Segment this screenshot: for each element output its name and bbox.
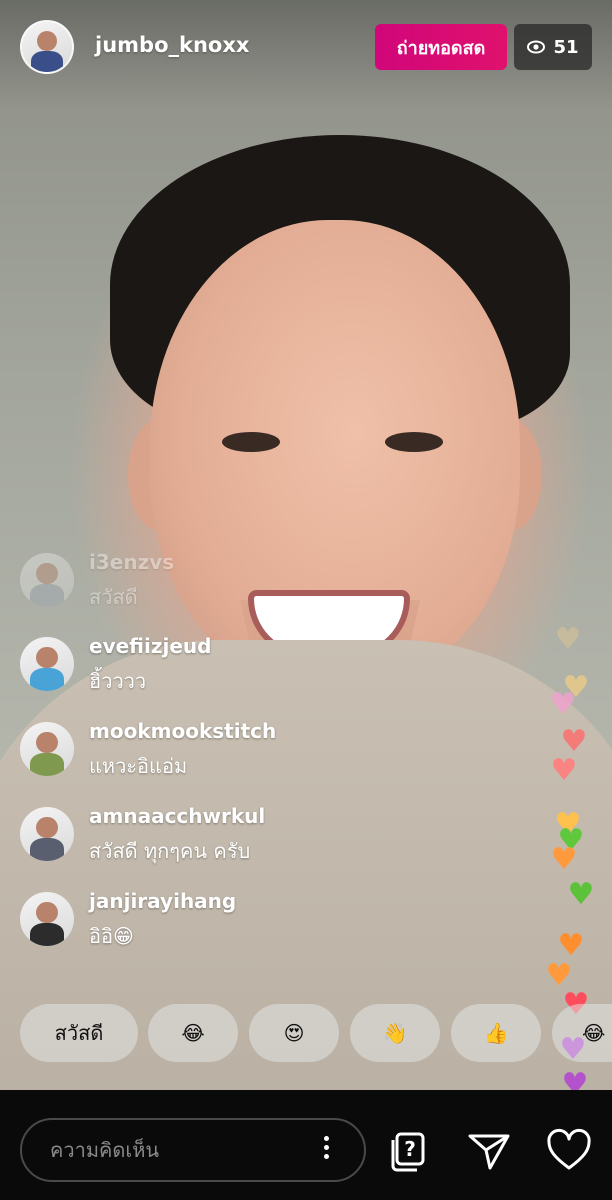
comment-item[interactable]: i3enzvs สวัสดี <box>20 550 440 610</box>
right-eye <box>385 432 443 452</box>
comment-text: อิอิ😁 <box>89 924 134 948</box>
commenter-name[interactable]: i3enzvs <box>89 550 174 574</box>
commenter-name[interactable]: evefiizjeud <box>89 634 211 658</box>
heart-icon: ♥ <box>567 877 595 912</box>
viewer-count: 51 <box>553 36 579 58</box>
comment-text: สวัสดี <box>89 585 138 609</box>
heart-icon[interactable] <box>546 1128 592 1174</box>
commenter-avatar[interactable] <box>20 553 74 607</box>
left-eye <box>222 432 280 452</box>
commenter-avatar[interactable] <box>20 807 74 861</box>
live-badge: ถ่ายทอดสด <box>375 24 507 70</box>
viewer-count-badge[interactable]: 51 <box>514 24 592 70</box>
svg-text:?: ? <box>404 1137 416 1161</box>
commenter-name[interactable]: amnaacchwrkul <box>89 804 265 828</box>
comment-item[interactable]: amnaacchwrkul สวัสดี ทุกๆคน ครับ <box>20 804 440 864</box>
heart-icon: ♥ <box>554 622 582 657</box>
quick-reply-hello[interactable]: สวัสดี <box>20 1004 138 1062</box>
commenter-avatar[interactable] <box>20 892 74 946</box>
eye-icon <box>527 40 546 54</box>
host-username[interactable]: jumbo_knoxx <box>95 33 249 57</box>
comment-item[interactable]: evefiizjeud ฮิ้วววว <box>20 634 440 694</box>
more-vertical-icon[interactable] <box>318 1132 334 1170</box>
heart-icon: ♥ <box>550 842 578 877</box>
quick-reply-laugh[interactable]: 😂 <box>148 1004 238 1062</box>
comment-text: ฮิ้วววว <box>89 669 147 693</box>
heart-icon: ♥ <box>557 928 585 963</box>
commenter-avatar[interactable] <box>20 637 74 691</box>
comment-item[interactable]: mookmookstitch แหวะอิแอ่ม <box>20 719 440 779</box>
avatar-head <box>37 31 57 51</box>
quick-reply-thumbs-up[interactable]: 👍 <box>451 1004 541 1062</box>
commenter-name[interactable]: mookmookstitch <box>89 719 276 743</box>
comment-item[interactable]: janjirayihang อิอิ😁 <box>20 889 440 949</box>
heart-icon: ♥ <box>549 687 577 722</box>
quick-reply-wave[interactable]: 👋 <box>350 1004 440 1062</box>
commenter-avatar[interactable] <box>20 722 74 776</box>
comment-text: สวัสดี ทุกๆคน ครับ <box>89 839 251 863</box>
commenter-name[interactable]: janjirayihang <box>89 889 236 913</box>
comment-input[interactable] <box>20 1118 366 1182</box>
heart-icon: ♥ <box>550 753 578 788</box>
quick-reply-laugh-2[interactable]: 😂 <box>552 1004 612 1062</box>
comment-text: แหวะอิแอ่ม <box>89 754 188 778</box>
host-avatar[interactable] <box>20 20 74 74</box>
question-sticker-icon[interactable]: ? <box>386 1128 432 1174</box>
avatar-body <box>31 51 63 72</box>
quick-reply-heart-eyes[interactable]: 😍 <box>249 1004 339 1062</box>
send-icon[interactable] <box>466 1128 512 1174</box>
